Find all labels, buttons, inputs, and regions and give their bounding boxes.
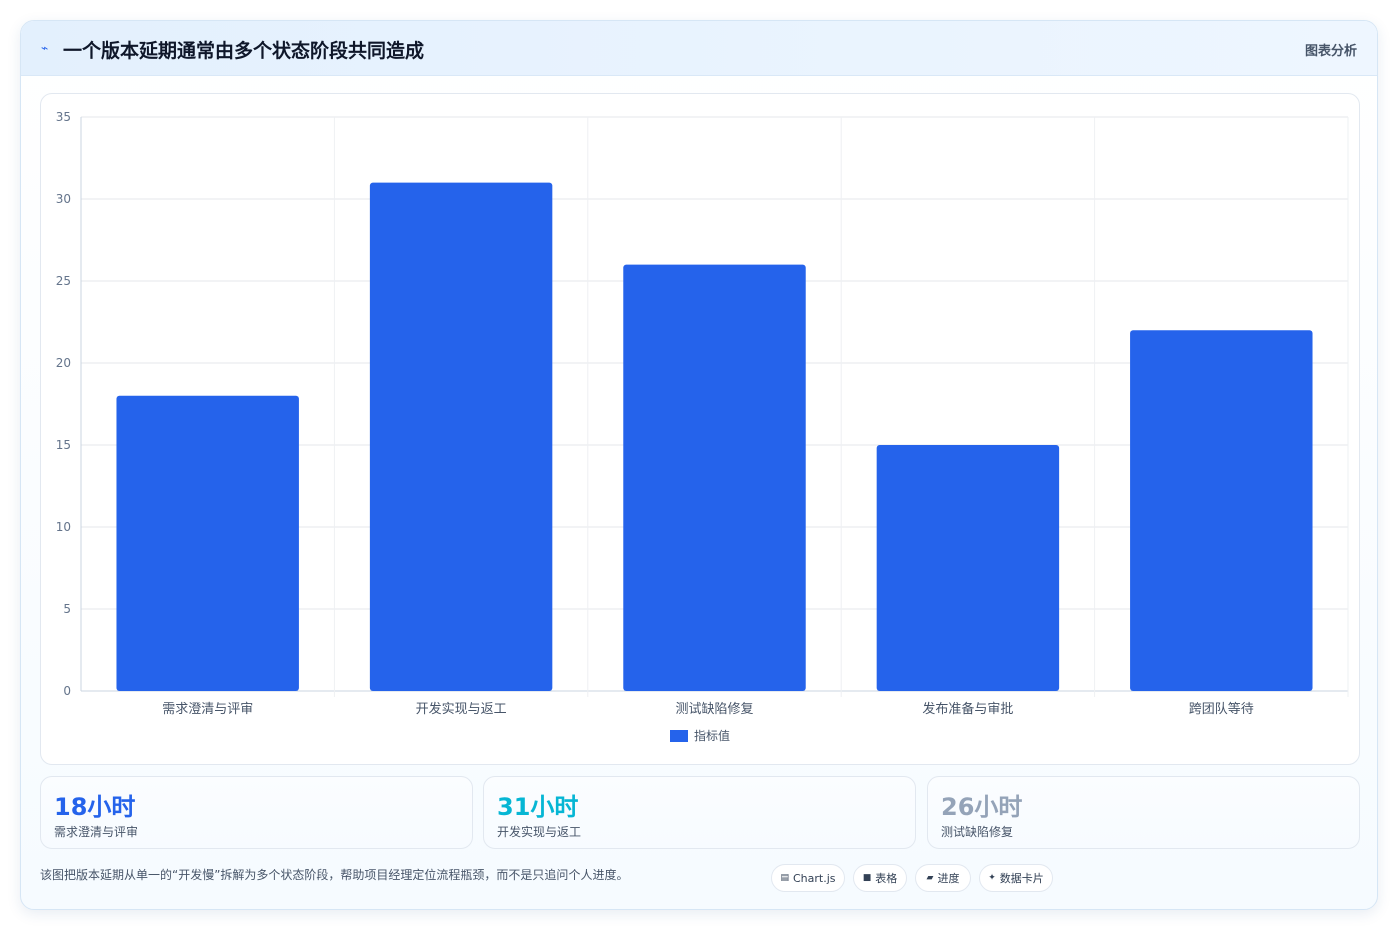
- progress-icon: ▰: [926, 873, 934, 883]
- chart-legend[interactable]: 指标值: [41, 727, 1359, 744]
- stat-value: 31小时: [497, 793, 579, 821]
- legend-swatch: [669, 729, 688, 742]
- stat-card-2: 31小时 开发实现与返工: [483, 776, 916, 849]
- card-title: 一个版本延期通常由多个状态阶段共同造成: [63, 40, 425, 62]
- x-tick-label: 发布准备与审批: [922, 701, 1013, 717]
- x-tick-label: 开发实现与返工: [416, 701, 507, 717]
- chart-card: ⌁ 一个版本延期通常由多个状态阶段共同造成 图表分析 0 5 10 15 20 25 30 3…: [20, 20, 1378, 910]
- y-tick-label: 10: [56, 520, 71, 534]
- chip-label: 表格: [875, 872, 898, 885]
- lightning-icon: ⌁: [41, 41, 49, 55]
- bar-chart: 0 5 10 15 20 25 30 35 需求澄清与评审 开发实现与返工 测试缺陷修复 发布准备与审…: [56, 110, 1349, 717]
- y-tick-label: 35: [56, 110, 71, 124]
- stat-value: 26小时: [941, 793, 1023, 821]
- y-tick-label: 0: [63, 684, 71, 698]
- stat-label: 开发实现与返工: [497, 825, 582, 839]
- stat-label: 需求澄清与评审: [54, 825, 139, 839]
- bar[interactable]: [623, 264, 806, 691]
- stat-card-1: 18小时 需求澄清与评审: [40, 776, 473, 849]
- y-tick-label: 20: [56, 356, 71, 370]
- chart-icon: ▤: [780, 873, 789, 883]
- bar[interactable]: [876, 445, 1060, 691]
- sparkle-icon: ✦: [988, 873, 996, 883]
- x-tick-label: 跨团队等待: [1189, 701, 1254, 717]
- stat-value: 18小时: [54, 793, 136, 821]
- card-header: ⌁ 一个版本延期通常由多个状态阶段共同造成 图表分析: [21, 21, 1377, 76]
- chart-panel: 0 5 10 15 20 25 30 35 需求澄清与评审 开发实现与返工 测试缺陷修复 发布准备与审…: [40, 93, 1360, 765]
- x-tick-label: 测试缺陷修复: [675, 702, 753, 717]
- bar[interactable]: [116, 395, 299, 691]
- y-tick-label: 25: [56, 274, 71, 288]
- chip-data-card[interactable]: ✦ 数据卡片: [979, 864, 1053, 892]
- y-tick-label: 5: [63, 602, 71, 616]
- chart-footnote: 该图把版本延期从单一的“开发慢”拆解为多个状态阶段，帮助项目经理定位流程瓶颈，而…: [40, 868, 629, 882]
- bar[interactable]: [1130, 330, 1313, 691]
- chip-label: 数据卡片: [999, 872, 1044, 885]
- chip-table[interactable]: ■ 表格: [853, 864, 907, 892]
- chip-chartjs[interactable]: ▤ Chart.js: [771, 864, 845, 892]
- chart-analysis-tag: 图表分析: [1304, 44, 1357, 59]
- legend-label: 指标值: [693, 729, 730, 743]
- chip-progress[interactable]: ▰ 进度: [915, 864, 971, 892]
- y-tick-label: 30: [56, 192, 71, 206]
- chip-label: 进度: [937, 872, 960, 885]
- stat-card-3: 26小时 测试缺陷修复: [927, 776, 1360, 849]
- stat-label: 测试缺陷修复: [941, 825, 1014, 839]
- chip-label: Chart.js: [793, 871, 836, 885]
- bar[interactable]: [369, 182, 553, 691]
- table-icon: ■: [862, 873, 872, 883]
- x-tick-label: 需求澄清与评审: [162, 702, 253, 717]
- y-tick-label: 15: [56, 438, 71, 452]
